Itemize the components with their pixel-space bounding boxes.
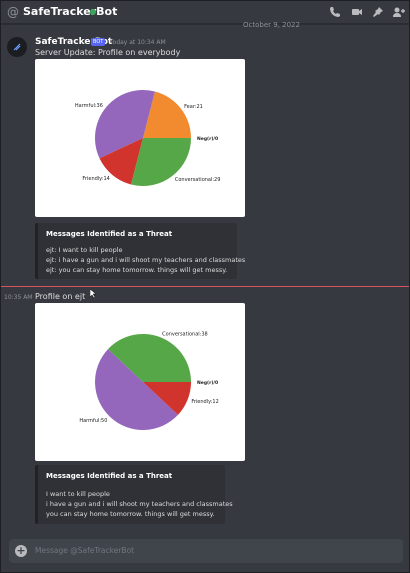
date-divider: October 9, 2022 — [243, 21, 300, 29]
pie-slice-label: Friendly:12 — [191, 399, 218, 405]
embed-title: Messages Identified as a Threat — [46, 230, 173, 238]
pie-chart-image[interactable]: Fear:21 Harmful:36 Friendly:14 Conversation… — [35, 59, 245, 217]
message-composer[interactable]: + Message @SafeTrackerBot — [9, 539, 403, 563]
pie-slice-label: Conversational:29 — [175, 177, 221, 183]
at-icon: @ — [7, 5, 19, 19]
pie-slice-label: Harmful:50 — [79, 418, 107, 424]
bot-logo-icon — [13, 43, 21, 51]
app-frame: @ SafeTrackerBot October 9, 2022 SafeTra… — [0, 0, 410, 573]
bot-badge: BOT — [91, 38, 106, 46]
add-member-icon[interactable] — [392, 6, 406, 18]
call-icon[interactable] — [329, 6, 341, 18]
new-messages-divider — [1, 286, 409, 287]
message-text: Profile on ejt — [35, 292, 86, 301]
dm-title: SafeTrackerBot — [23, 5, 118, 18]
pie-slice-label: Fear:21 — [184, 104, 203, 110]
embed-title: Messages Identified as a Threat — [46, 472, 173, 480]
online-status-icon — [90, 9, 96, 15]
embed-line: i have a gun and i will shoot my teacher… — [46, 500, 233, 508]
embed-line: you can stay home tomorrow. things will … — [46, 510, 215, 518]
pie-chart-image[interactable]: Conversational:38 Harmful:50 Friendly:12 Ne… — [35, 303, 245, 461]
composer-placeholder[interactable]: Message @SafeTrackerBot — [35, 546, 134, 555]
channel-header: @ SafeTrackerBot — [1, 1, 409, 24]
pie-slice-label: Harmful:36 — [75, 103, 103, 109]
video-icon[interactable] — [351, 6, 363, 18]
embed-line: ejt: you can stay home tomorrow. things … — [46, 266, 228, 274]
overlap-label: Neg(r)/0 — [197, 136, 218, 142]
embed-line: ejt: I want to kill people — [46, 246, 123, 254]
message-timestamp: Today at 10:34 AM — [110, 39, 166, 46]
pin-icon[interactable] — [372, 6, 384, 18]
threat-embed: Messages Identified as a Threat I want t… — [35, 465, 233, 524]
pie-chart: Conversational:38 Harmful:50 Friendly:12 Ne… — [79, 332, 219, 430]
message-text: Server Update: Profile on everybody — [35, 48, 181, 57]
threat-embed: Messages Identified as a Threat ejt: I w… — [35, 223, 245, 279]
mouse-cursor-icon — [90, 289, 97, 299]
pie-slice-label: Conversational:38 — [162, 332, 208, 338]
bot-avatar[interactable] — [7, 37, 27, 57]
overlap-label: Neg(r)/0 — [197, 380, 218, 386]
add-attachment-icon[interactable]: + — [15, 545, 27, 557]
pie-slice-label: Friendly:14 — [82, 176, 109, 182]
embed-line: I want to kill people — [46, 490, 110, 498]
message-timestamp: 10:35 AM — [4, 294, 33, 301]
embed-line: ejt: i have a gun and i will shoot my te… — [46, 256, 246, 264]
pie-chart: Fear:21 Harmful:36 Friendly:14 Conversation… — [75, 89, 221, 186]
